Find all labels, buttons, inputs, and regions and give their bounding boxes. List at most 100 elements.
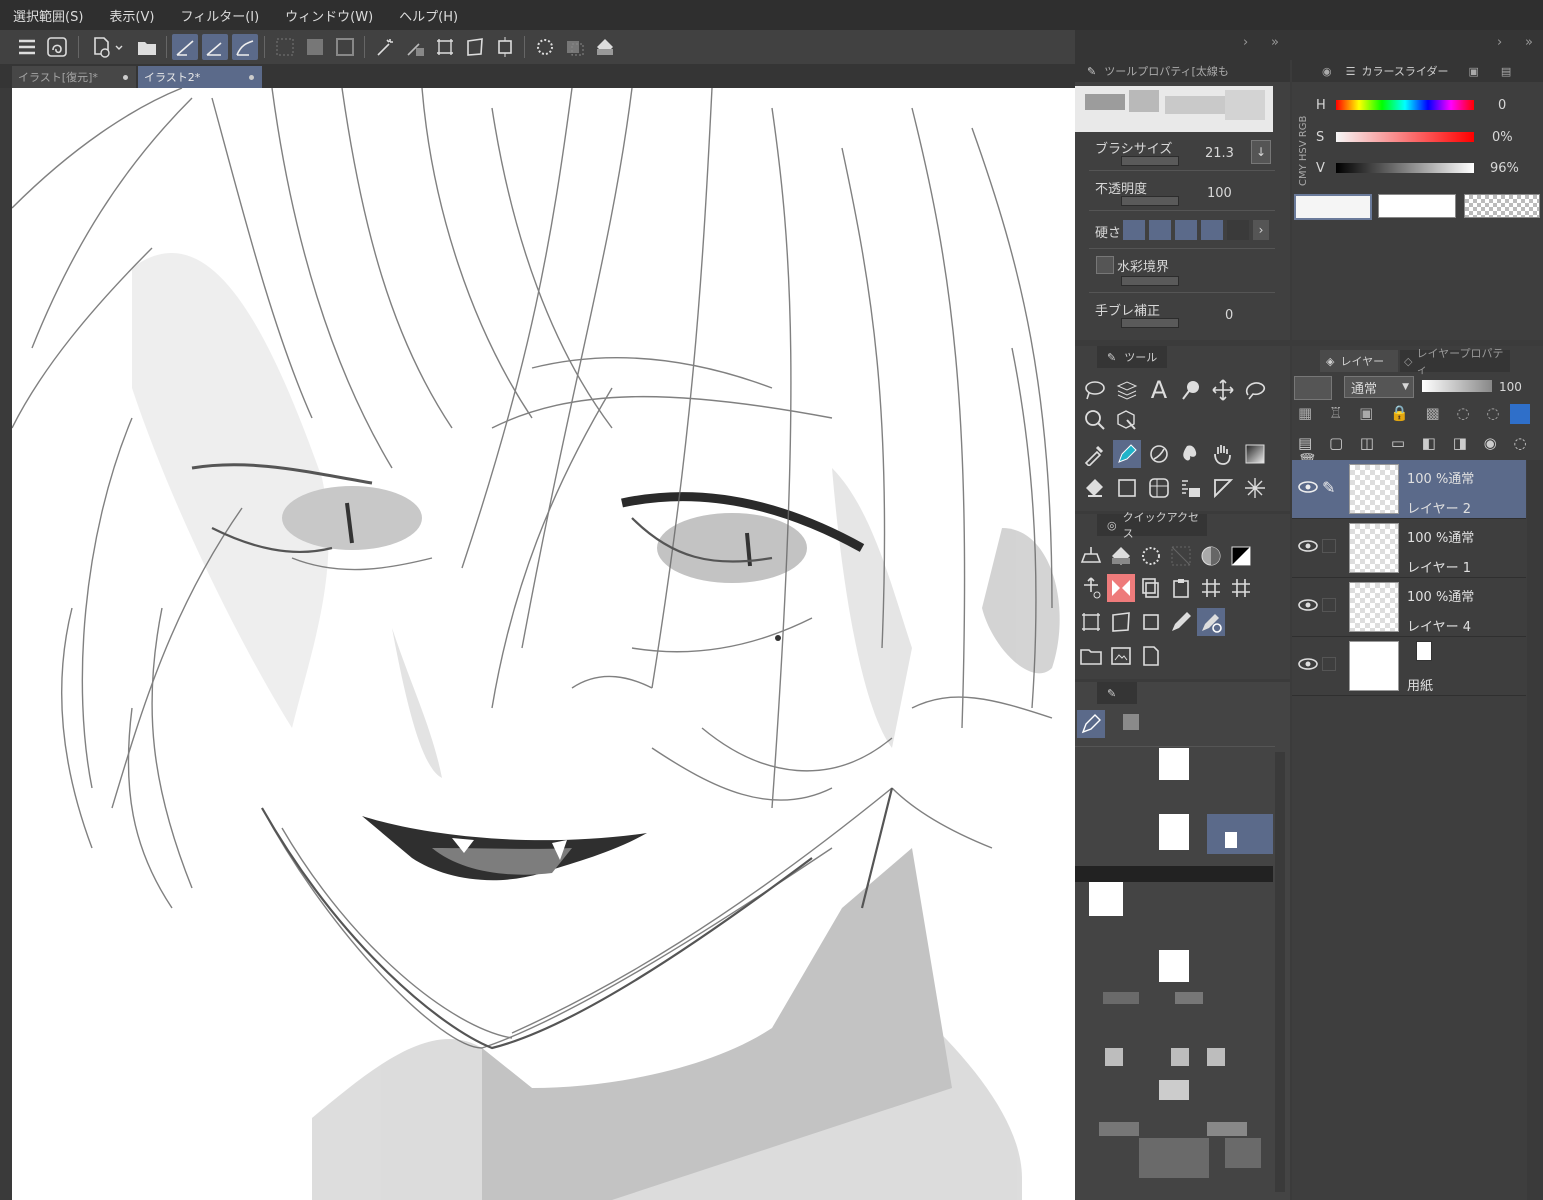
menu-select[interactable]: 選択範囲(S) bbox=[0, 6, 96, 25]
fill-bucket-icon[interactable] bbox=[592, 34, 618, 60]
decoration-tool-icon[interactable] bbox=[1241, 474, 1269, 502]
text-tool-icon[interactable]: A bbox=[1145, 376, 1173, 404]
tab-layer-property[interactable]: ◇ レイヤープロパティ bbox=[1400, 347, 1510, 376]
black-white-swap-icon[interactable] bbox=[1227, 542, 1255, 570]
drawing-canvas[interactable] bbox=[12, 88, 1075, 1200]
value-value[interactable]: 96% bbox=[1490, 161, 1519, 176]
figure-tool-icon[interactable] bbox=[1113, 474, 1141, 502]
layer-color-dropdown[interactable] bbox=[1294, 376, 1332, 400]
pen-settings-icon[interactable] bbox=[1197, 608, 1225, 636]
loading-spinner-icon[interactable] bbox=[532, 34, 558, 60]
layer-select-icon[interactable] bbox=[1113, 376, 1141, 404]
export-png-icon[interactable] bbox=[1137, 642, 1165, 670]
history-icon[interactable]: ▤ bbox=[1501, 65, 1511, 78]
frame-border-icon[interactable] bbox=[1145, 474, 1173, 502]
layer-color-icon[interactable] bbox=[1510, 404, 1530, 424]
double-chevron-icon[interactable]: » bbox=[1271, 35, 1279, 50]
color-set-icon[interactable]: ▣ bbox=[1469, 65, 1479, 78]
color-mode-tabs[interactable]: CMY HSV RGB bbox=[1298, 86, 1312, 186]
layer-select-checkbox[interactable] bbox=[1322, 539, 1336, 553]
airbrush-icon[interactable] bbox=[1145, 440, 1173, 468]
stabilization-slider[interactable] bbox=[1121, 318, 1179, 328]
selection-layer-icon[interactable] bbox=[562, 34, 588, 60]
brush-swatch[interactable] bbox=[1159, 748, 1189, 780]
eye-icon[interactable] bbox=[1298, 598, 1318, 612]
layer-opacity-slider[interactable] bbox=[1422, 380, 1492, 392]
main-color-swatch[interactable] bbox=[1294, 194, 1372, 220]
scale-icon[interactable] bbox=[492, 34, 518, 60]
clear-selection-icon[interactable] bbox=[1167, 542, 1195, 570]
menu-view[interactable]: 表示(V) bbox=[96, 6, 167, 25]
move-tool-icon[interactable] bbox=[1209, 376, 1237, 404]
menu-filter[interactable]: フィルター(I) bbox=[167, 6, 272, 25]
brush-swatch[interactable] bbox=[1159, 950, 1189, 982]
color-slider-title[interactable]: カラースライダー bbox=[1361, 63, 1448, 79]
clear-selection-icon[interactable] bbox=[272, 34, 298, 60]
tool-property-title[interactable]: ツールプロパティ[太線も bbox=[1104, 63, 1229, 79]
quick-access-title[interactable]: クイックアクセス bbox=[1123, 509, 1207, 541]
tab-rgb[interactable]: RGB bbox=[1298, 116, 1309, 138]
lock-transparency-icon[interactable] bbox=[1197, 542, 1225, 570]
tab-hsv[interactable]: HSV bbox=[1298, 140, 1309, 161]
layer-row-layer4[interactable]: 100 %通常 レイヤー 4 bbox=[1292, 578, 1526, 637]
brush-swatch[interactable] bbox=[1159, 814, 1189, 850]
layer-select-checkbox[interactable] bbox=[1322, 657, 1336, 671]
selection-border-icon[interactable] bbox=[332, 34, 358, 60]
brush-size-value[interactable]: 21.3 bbox=[1205, 146, 1234, 161]
value-slider[interactable] bbox=[1336, 163, 1474, 173]
flip-horizontal-icon[interactable] bbox=[1107, 574, 1135, 602]
fill-tool-icon[interactable] bbox=[1081, 474, 1109, 502]
layer-lock-toolbar[interactable]: ▦ ♖ ▣ 🔒 ▩ ◌ ◌ bbox=[1298, 404, 1505, 422]
menu-help[interactable]: ヘルプ(H) bbox=[386, 6, 471, 25]
gradient-tool-icon[interactable] bbox=[1241, 440, 1269, 468]
pen-tool-icon[interactable] bbox=[1113, 440, 1141, 468]
blend-tool-icon[interactable] bbox=[1177, 440, 1205, 468]
stabilization-value[interactable]: 0 bbox=[1225, 308, 1233, 323]
export-image-icon[interactable] bbox=[1107, 642, 1135, 670]
grid-icon[interactable] bbox=[1197, 574, 1225, 602]
hardness-step-2[interactable] bbox=[1149, 220, 1171, 240]
tab-illust-2[interactable]: イラスト2* bbox=[138, 66, 262, 88]
sub-tool-scrollbar[interactable] bbox=[1275, 752, 1285, 1192]
paste-icon[interactable] bbox=[1167, 574, 1195, 602]
chevron-down-icon[interactable] bbox=[112, 34, 126, 60]
open-folder-icon[interactable] bbox=[134, 34, 160, 60]
eye-icon[interactable] bbox=[1298, 480, 1318, 494]
object-select-icon[interactable] bbox=[1113, 406, 1141, 434]
sub-color-swatch[interactable] bbox=[1378, 194, 1456, 218]
hardness-step-4[interactable] bbox=[1201, 220, 1223, 240]
copy-icon[interactable] bbox=[1137, 574, 1165, 602]
layer-scrollbar[interactable] bbox=[1527, 460, 1543, 1200]
hardness-step-1[interactable] bbox=[1123, 220, 1145, 240]
tab-layer[interactable]: ◈ レイヤー bbox=[1320, 350, 1398, 372]
canvas-left-scrollbar[interactable] bbox=[0, 88, 12, 1200]
hand-tool-icon[interactable] bbox=[1209, 440, 1237, 468]
scale-icon[interactable] bbox=[1137, 608, 1165, 636]
layer-row-layer2[interactable]: ✎ 100 %通常 レイヤー 2 bbox=[1292, 460, 1526, 519]
download-icon[interactable]: ↓ bbox=[1251, 140, 1271, 164]
snap-special-ruler-icon[interactable] bbox=[202, 34, 228, 60]
saturation-value[interactable]: 0% bbox=[1492, 130, 1513, 145]
hamburger-menu-icon[interactable] bbox=[14, 34, 40, 60]
new-file-icon[interactable] bbox=[88, 34, 114, 60]
pen-icon[interactable] bbox=[1077, 710, 1105, 738]
invert-selection-icon[interactable] bbox=[302, 34, 328, 60]
layer-select-checkbox[interactable] bbox=[1322, 598, 1336, 612]
loading-spinner-icon[interactable] bbox=[1137, 542, 1165, 570]
eye-icon[interactable] bbox=[1298, 539, 1318, 553]
hardness-step-5[interactable] bbox=[1227, 220, 1249, 240]
free-transform-icon[interactable] bbox=[462, 34, 488, 60]
transparent-color-swatch[interactable] bbox=[1464, 194, 1540, 218]
chevron-right-icon[interactable]: › bbox=[1243, 35, 1248, 50]
tab-illust-restored[interactable]: イラスト[復元]* bbox=[12, 66, 136, 88]
layer-row-layer1[interactable]: 100 %通常 レイヤー 1 bbox=[1292, 519, 1526, 578]
tab-cmy[interactable]: CMY bbox=[1298, 164, 1309, 186]
tool-panel-title[interactable]: ツール bbox=[1124, 349, 1157, 365]
zoom-icon[interactable] bbox=[1081, 406, 1109, 434]
blend-mode-select[interactable]: 通常 ▼ bbox=[1344, 376, 1414, 398]
pencil-icon[interactable] bbox=[1167, 608, 1195, 636]
transform-icon[interactable] bbox=[432, 34, 458, 60]
color-wheel-icon[interactable]: ◉ bbox=[1322, 65, 1332, 78]
double-chevron-icon[interactable]: » bbox=[1525, 35, 1533, 50]
hardness-step-3[interactable] bbox=[1175, 220, 1197, 240]
